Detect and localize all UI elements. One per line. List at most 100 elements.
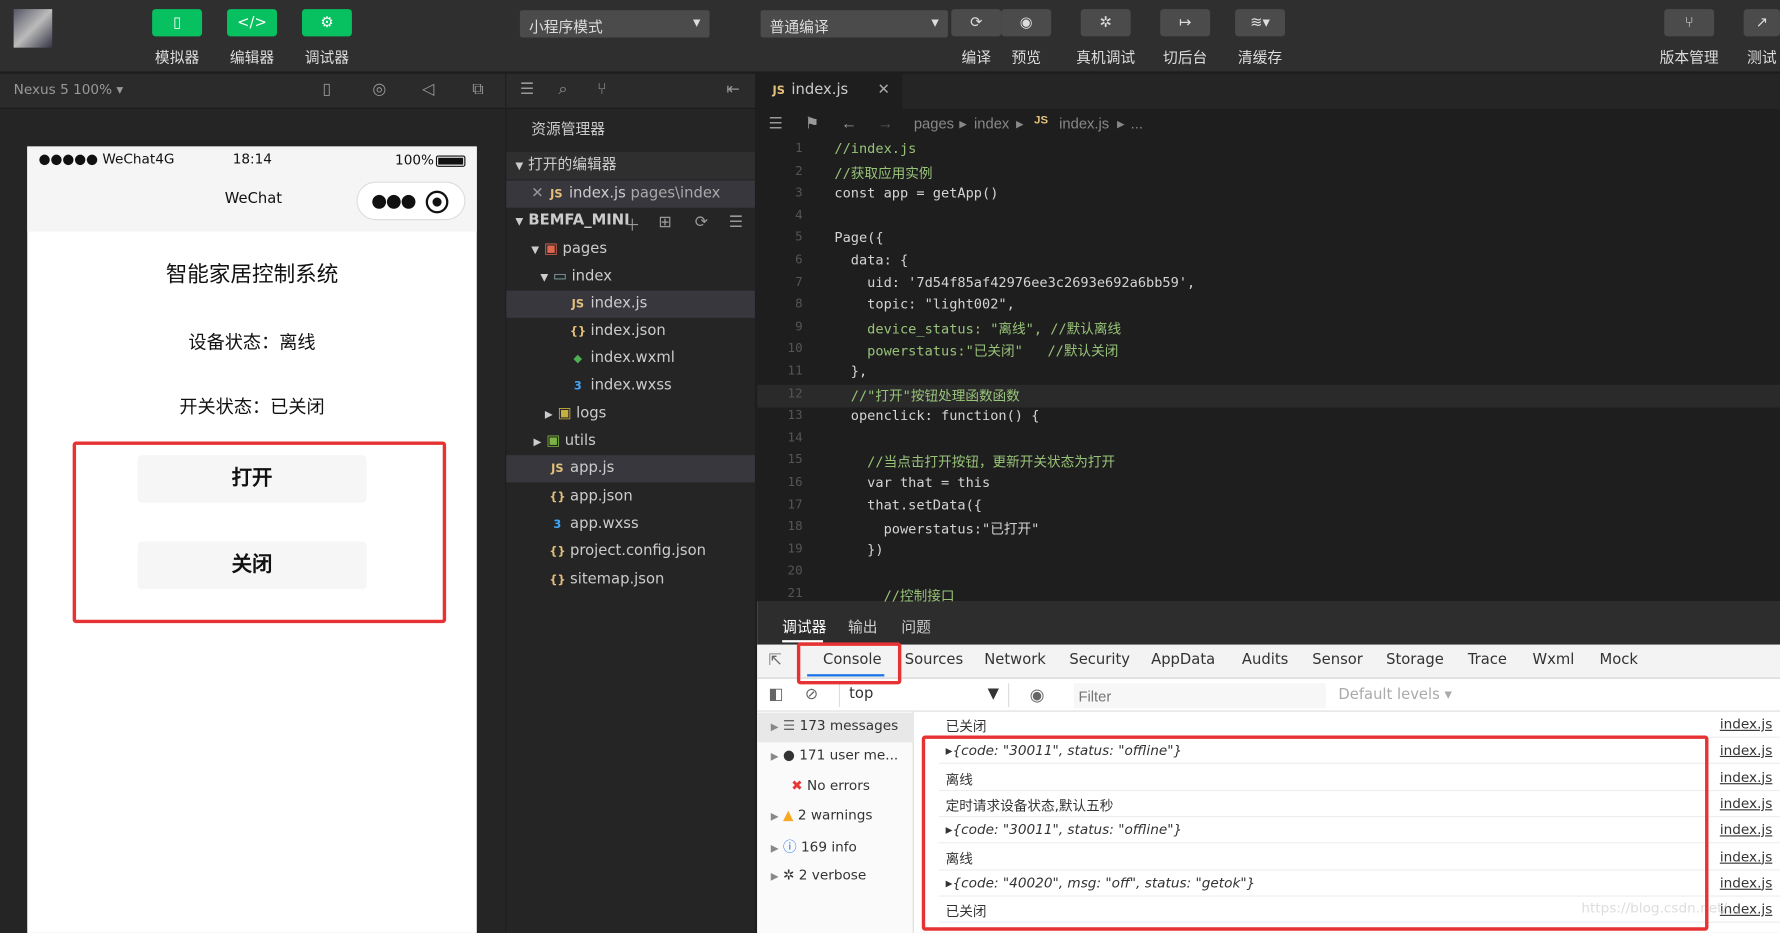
preview-icon[interactable]: ◉ (1001, 9, 1052, 37)
new-folder-icon[interactable]: ⊞ (658, 213, 671, 231)
tab-audits[interactable]: Audits (1242, 651, 1288, 668)
git-icon[interactable]: ⑂ (597, 81, 607, 99)
tab-trace[interactable]: Trace (1468, 651, 1507, 668)
collapse-all-icon[interactable]: ☰ (729, 213, 743, 231)
tree-item-utils[interactable]: ▶ ▣ utils (534, 428, 596, 455)
source-link[interactable]: index.js (1720, 875, 1772, 891)
bug-icon[interactable]: ✲ (1080, 9, 1131, 37)
sidebar-toggle-icon[interactable]: ◧ (769, 686, 784, 704)
tree-item-index-js[interactable]: JS index.js (506, 290, 755, 318)
sidebar-messages[interactable]: ▶ ☰ 173 messages (757, 712, 914, 743)
tab-mock[interactable]: Mock (1599, 651, 1637, 668)
inspect-icon[interactable]: ⇱ (769, 651, 782, 669)
window-icon[interactable]: ⧉ (472, 81, 483, 99)
filter-input[interactable] (1073, 683, 1326, 709)
compile-icon[interactable]: ⟳ (951, 9, 1002, 37)
debugger-icon[interactable]: ⚙ (301, 9, 352, 37)
source-link[interactable]: index.js (1720, 848, 1772, 864)
list-icon[interactable]: ☰ (520, 81, 534, 99)
breadcrumb-index[interactable]: index (974, 115, 1009, 132)
clear-icon[interactable]: ⊘ (805, 686, 818, 704)
breadcrumb-pages[interactable]: pages (914, 115, 954, 132)
tree-item-logs[interactable]: ▶ ▣ logs (545, 401, 606, 428)
back-icon[interactable]: ← (841, 114, 857, 132)
tree-item-app-json[interactable]: {} app.json (549, 484, 632, 511)
tab-appdata[interactable]: AppData (1151, 651, 1215, 668)
new-file-icon[interactable]: ＋ (624, 213, 640, 236)
tree-item-app-js[interactable]: JS app.js (506, 455, 755, 483)
file-explorer: 资源管理器 ▼ 打开的编辑器 ✕ JS index.js pages\index… (506, 108, 755, 933)
tree-item-index-wxss[interactable]: 3 index.wxss (570, 372, 672, 399)
tab-output[interactable]: 输出 (848, 615, 878, 637)
branch-icon[interactable]: ⑂ (1664, 9, 1715, 37)
collapse-panel-icon[interactable]: ⇤ (727, 81, 740, 99)
sidebar-warnings[interactable]: ▶ ▲ 2 warnings (771, 802, 873, 832)
tree-item-app-wxss[interactable]: 3 app.wxss (549, 511, 638, 538)
source-link[interactable]: index.js (1720, 743, 1772, 759)
editor-icon[interactable]: </> (227, 9, 277, 37)
tab-debugger[interactable]: 调试器 (782, 615, 826, 637)
breadcrumb-file[interactable]: index.js (1059, 115, 1109, 132)
tree-item-index-json[interactable]: {} index.json (570, 318, 666, 345)
open-editor-item[interactable]: ✕ JS index.js pages\index (506, 180, 755, 208)
mode-select[interactable]: 小程序模式 ▾ (519, 10, 710, 38)
tree-item-project-config[interactable]: {} project.config.json (549, 538, 706, 565)
tab-network[interactable]: Network (984, 651, 1046, 668)
line-number: 15 (787, 452, 803, 467)
console-row[interactable]: 已关闭 index.js (938, 712, 1780, 738)
source-link[interactable]: index.js (1720, 822, 1772, 838)
eye-icon[interactable]: ◉ (1030, 684, 1045, 704)
sidebar-verbose[interactable]: ▶ ✲ 2 verbose (771, 863, 866, 893)
tree-item-sitemap[interactable]: {} sitemap.json (549, 566, 664, 593)
simulator-icon[interactable]: ▯ (152, 9, 203, 37)
tab-storage[interactable]: Storage (1386, 651, 1444, 668)
line-number: 16 (787, 474, 803, 490)
layers-icon[interactable]: ≋▾ (1235, 9, 1286, 37)
sidebar-user-messages[interactable]: ▶ ● 171 user me... (771, 742, 898, 772)
tree-item-pages[interactable]: ▼ ▣ pages (531, 236, 607, 263)
close-icon[interactable]: ✕ (878, 82, 890, 99)
code-line: powerstatus:"已关闭" //默认关闭 (834, 343, 1119, 360)
more-icon[interactable]: ●●● (371, 190, 416, 212)
tab-security[interactable]: Security (1069, 651, 1130, 668)
sound-icon[interactable]: ◁ (422, 81, 434, 99)
background-icon[interactable]: ↦ (1160, 9, 1211, 37)
tab-problems[interactable]: 问题 (901, 615, 931, 637)
tab-sensor[interactable]: Sensor (1312, 651, 1363, 668)
sidebar-info[interactable]: ▶ ⓘ 169 info (771, 832, 857, 862)
source-link[interactable]: index.js (1720, 716, 1772, 732)
context-select[interactable]: top ▼ (838, 683, 1010, 708)
line-number: 21 (787, 585, 803, 601)
list-icon[interactable]: ☰ (769, 114, 783, 133)
tab-index-js[interactable]: JS index.js ✕ (757, 73, 903, 109)
source-link[interactable]: index.js (1720, 769, 1772, 785)
tree-item-index[interactable]: ▼ ▭ index (540, 263, 612, 290)
editor-label: 编辑器 (229, 49, 275, 67)
refresh-icon[interactable]: ⟳ (695, 213, 708, 231)
code-line: //"打开"按钮处理函数函数 (834, 387, 1020, 404)
background-label: 切后台 (1162, 49, 1208, 67)
user-icon: ● (783, 746, 795, 763)
avatar[interactable] (13, 9, 53, 48)
code-editor[interactable]: ☰ ⚑ ← → pages ▸ index ▸ JS index.js ▸ ..… (757, 108, 1780, 604)
compile-mode-select[interactable]: 普通编译 ▾ (760, 10, 948, 38)
tree-item-index-wxml[interactable]: ◆ index.wxml (570, 345, 674, 372)
tab-sources[interactable]: Sources (905, 651, 963, 668)
device-select[interactable]: Nexus 5 100% ▾ (14, 82, 124, 98)
test-icon[interactable]: ↗ (1743, 9, 1780, 37)
line-number: 8 (795, 296, 803, 312)
capsule-menu[interactable]: ●●● (356, 181, 466, 221)
forward-icon[interactable]: → (878, 114, 894, 132)
close-capsule-icon[interactable] (425, 190, 449, 214)
search-icon[interactable]: ⌕ (559, 81, 568, 99)
breadcrumb-more[interactable]: ... (1131, 115, 1143, 132)
source-link[interactable]: index.js (1720, 796, 1772, 812)
levels-select[interactable]: Default levels ▾ (1338, 687, 1452, 704)
record-icon[interactable]: ◎ (372, 81, 386, 99)
device-status: 设备状态：离线 (188, 331, 316, 353)
sidebar-errors[interactable]: ✖ No errors (791, 773, 870, 803)
bookmark-icon[interactable]: ⚑ (805, 114, 819, 133)
open-editors-header[interactable]: ▼ 打开的编辑器 (506, 152, 755, 180)
tab-wxml[interactable]: Wxml (1533, 651, 1575, 668)
phone-icon[interactable]: ▯ (322, 81, 331, 99)
